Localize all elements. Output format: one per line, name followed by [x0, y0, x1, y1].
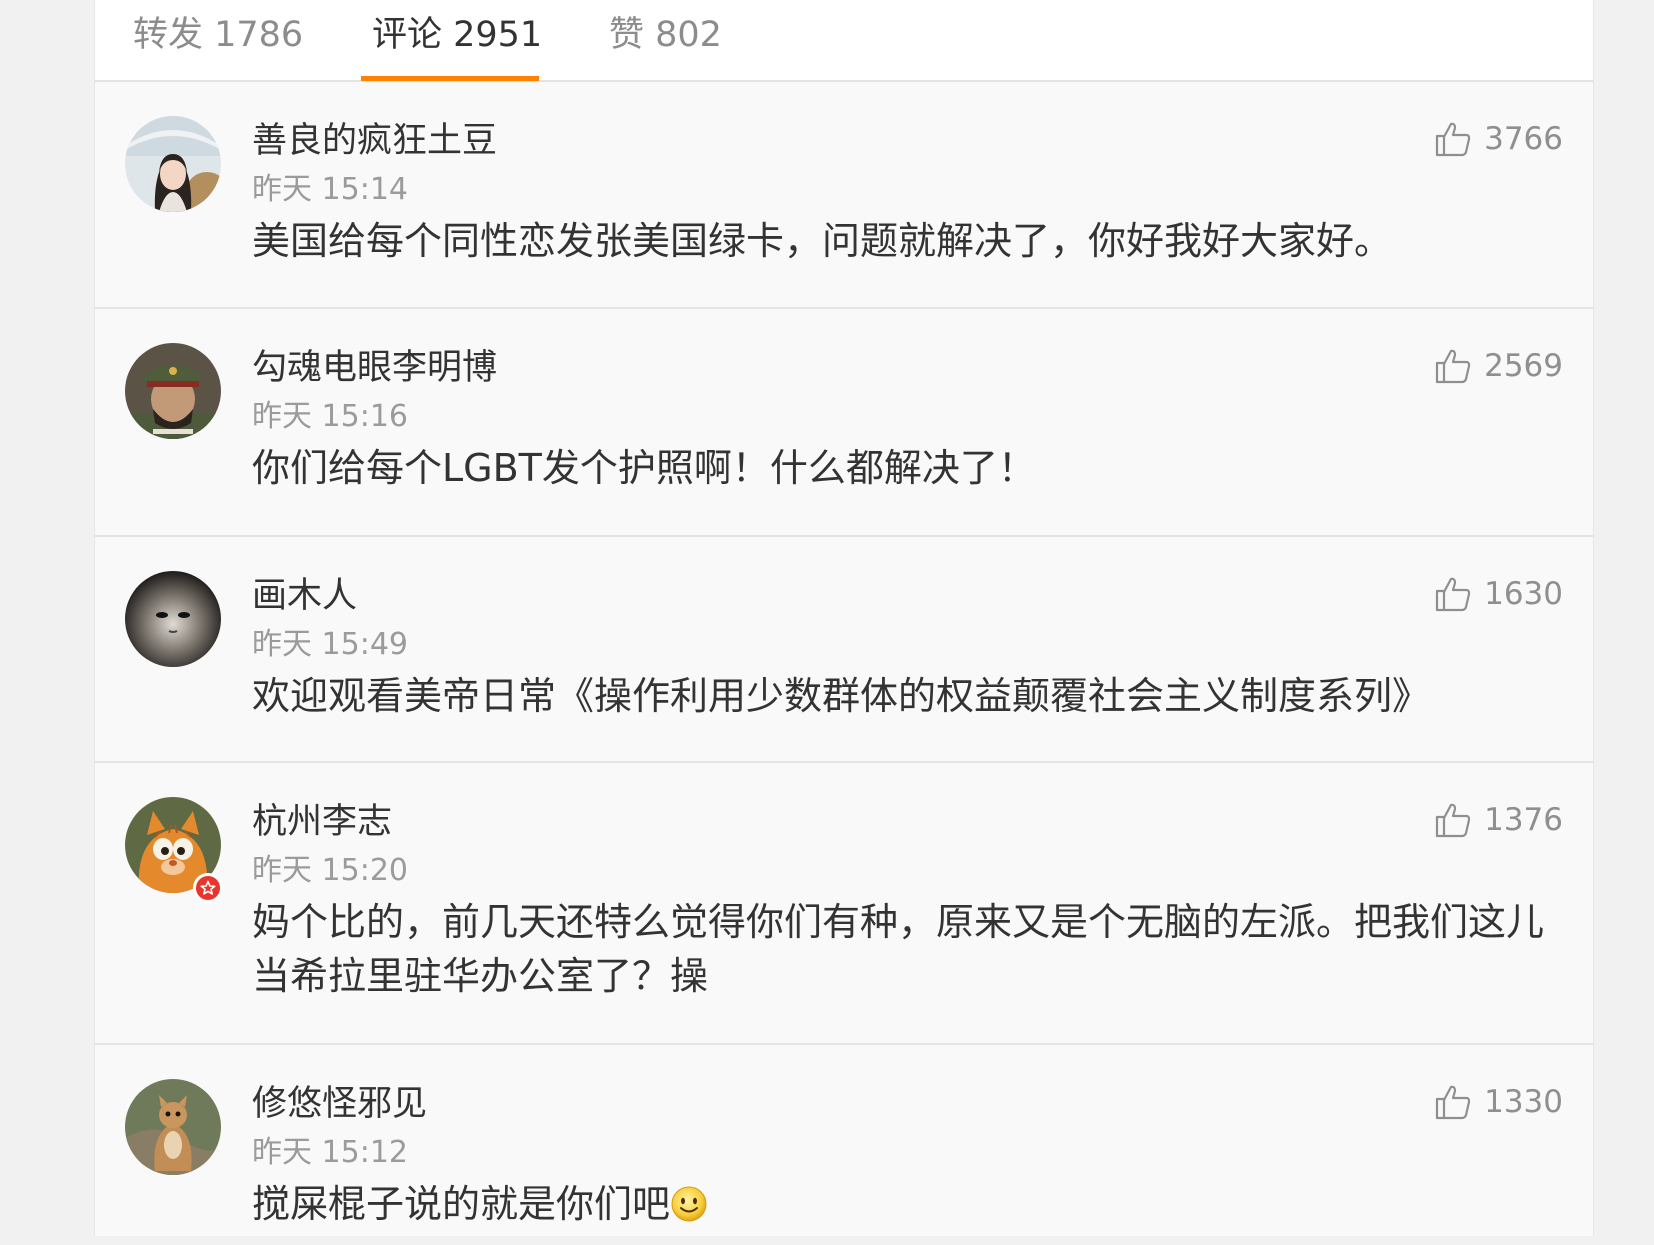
smile-emoji-icon — [671, 1186, 707, 1221]
squirrel-avatar-icon — [125, 1079, 221, 1175]
like-button[interactable]: 1376 — [1434, 801, 1563, 839]
comment-time: 昨天 15:16 — [252, 399, 408, 434]
like-count: 1630 — [1484, 576, 1563, 612]
user-avatar[interactable] — [125, 571, 221, 667]
star-icon — [200, 880, 216, 895]
user-avatar[interactable] — [125, 116, 221, 212]
comment-text: 欢迎观看美帝日常《操作利用少数群体的权益颠覆社会主义制度系列》 — [252, 674, 1431, 718]
like-count: 1330 — [1484, 1084, 1563, 1120]
comment-time: 昨天 15:12 — [252, 1135, 408, 1170]
comment-item: 善良的疯狂土豆 昨天 15:14 美国给每个同性恋发张美国绿卡，问题就解决了，你… — [95, 82, 1593, 309]
comment-item: 杭州李志 昨天 15:20 妈个比的，前几天还特么觉得你们有种，原来又是个无脑的… — [95, 763, 1593, 1045]
girl-avatar-icon — [125, 116, 221, 212]
like-count: 1376 — [1484, 802, 1563, 838]
comment-text: 搅屎棍子说的就是你们吧 — [252, 1182, 671, 1226]
comment-time: 昨天 15:14 — [252, 172, 408, 207]
mask-avatar-icon — [125, 571, 221, 667]
thumbs-up-icon — [1435, 349, 1471, 384]
active-tab-indicator — [361, 76, 539, 81]
tab-repost[interactable]: 转发 1786 — [133, 6, 303, 57]
comment-username[interactable]: 勾魂电眼李明博 — [252, 339, 497, 390]
verified-badge — [193, 873, 223, 903]
thumbs-up-icon — [1435, 122, 1471, 157]
comment-item: 画木人 昨天 15:49 欢迎观看美帝日常《操作利用少数群体的权益颠覆社会主义制… — [95, 537, 1593, 763]
thumbs-up-icon — [1435, 803, 1471, 838]
tab-like[interactable]: 赞 802 — [609, 6, 722, 57]
like-count: 2569 — [1484, 348, 1563, 384]
comment-username[interactable]: 修悠怪邪见 — [252, 1075, 427, 1126]
comment-username[interactable]: 善良的疯狂土豆 — [252, 112, 497, 163]
comment-time: 昨天 15:49 — [252, 627, 408, 662]
like-button[interactable]: 2569 — [1434, 347, 1563, 385]
comment-text: 妈个比的，前几天还特么觉得你们有种，原来又是个无脑的左派。把我们这儿当希拉里驻华… — [252, 900, 1545, 998]
comment-text: 你们给每个LGBT发个护照啊！什么都解决了！ — [252, 446, 1036, 490]
officer-avatar-icon — [125, 343, 221, 439]
thumbs-up-icon — [1435, 577, 1471, 612]
user-avatar[interactable] — [125, 1079, 221, 1175]
comment-username[interactable]: 画木人 — [252, 567, 357, 618]
like-button[interactable]: 1630 — [1434, 575, 1563, 613]
comment-text-container: 搅屎棍子说的就是你们吧 — [252, 1177, 1572, 1231]
tab-bar: 转发 1786 评论 2951 赞 802 — [95, 0, 1593, 82]
tab-comment[interactable]: 评论 2951 — [372, 6, 542, 57]
like-button[interactable]: 1330 — [1434, 1083, 1563, 1121]
thumbs-up-icon — [1435, 1085, 1471, 1120]
comment-username[interactable]: 杭州李志 — [252, 793, 392, 844]
comment-item: 勾魂电眼李明博 昨天 15:16 你们给每个LGBT发个护照啊！什么都解决了！ … — [95, 309, 1593, 537]
comment-text: 美国给每个同性恋发张美国绿卡，问题就解决了，你好我好大家好。 — [252, 219, 1393, 263]
comment-item: 修悠怪邪见 昨天 15:12 搅屎棍子说的就是你们吧 1330 — [95, 1045, 1593, 1245]
comment-panel: 转发 1786 评论 2951 赞 802 善良的疯狂土豆 昨天 15:14 美… — [94, 0, 1594, 1236]
user-avatar[interactable] — [125, 343, 221, 439]
like-button[interactable]: 3766 — [1434, 120, 1563, 158]
comment-time: 昨天 15:20 — [252, 853, 408, 888]
like-count: 3766 — [1484, 121, 1563, 157]
